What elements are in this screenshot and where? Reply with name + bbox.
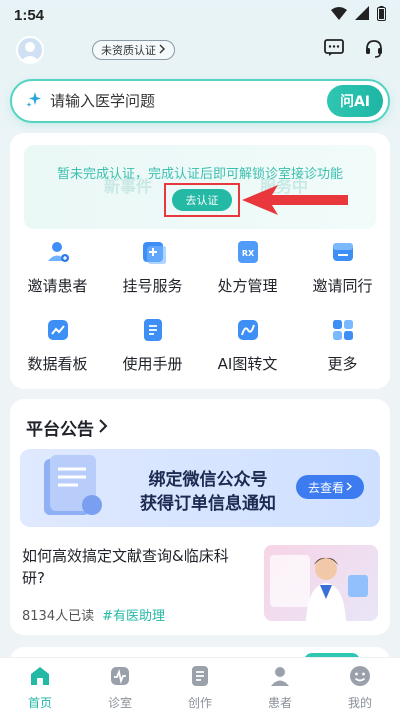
chevron-right-icon [158, 44, 166, 57]
announcement-card: 平台公告 绑定微信公众号 获得订单信息通知 去查看 如何高效搞定文献查询&临床科… [10, 399, 390, 635]
tab-home[interactable]: 首页 [0, 658, 80, 711]
highlight-box [164, 183, 240, 217]
quick-action-label: 邀请同行 [312, 277, 373, 295]
banner-title: 绑定微信公众号 [148, 470, 268, 490]
quick-action-registration[interactable]: 挂号服务 [105, 237, 200, 301]
status-time: 1:54 [14, 6, 45, 24]
announcement-header[interactable]: 平台公告 [26, 415, 108, 440]
article-thumbnail [264, 545, 378, 621]
chevron-right-icon [98, 418, 108, 438]
svg-text:RX: RX [241, 249, 254, 258]
quick-action-more[interactable]: 更多 [295, 315, 390, 379]
article-tag[interactable]: #有医助理 [102, 605, 165, 624]
certification-badge[interactable]: 未资质认证 [92, 40, 175, 60]
notice-message: 暂未完成认证，完成认证后即可解锁诊室接诊功能 [56, 167, 343, 182]
manual-icon [140, 317, 166, 343]
main-card: 新事件 服务中 暂未完成认证，完成认证后即可解锁诊室接诊功能 去认证 邀请患者 … [10, 133, 390, 389]
announcement-title: 平台公告 [26, 420, 94, 440]
article-title: 如何高效搞定文献查询&临床科研? [22, 547, 229, 587]
dashboard-icon [45, 317, 71, 343]
top-header: 未资质认证 [16, 36, 384, 64]
cellular-icon [355, 6, 369, 24]
quick-action-label: 使用手册 [122, 355, 183, 373]
quick-action-manual[interactable]: 使用手册 [105, 315, 200, 379]
patient-icon [268, 664, 292, 692]
status-icons [331, 5, 386, 25]
quick-action-label: 更多 [327, 355, 358, 373]
home-icon [28, 664, 52, 692]
battery-icon [377, 5, 386, 25]
ai-image-to-text-icon [235, 317, 261, 343]
create-icon [188, 664, 212, 692]
more-grid-icon [330, 317, 356, 343]
quick-action-ai-image-to-text[interactable]: AI图转文 [200, 315, 295, 379]
avatar[interactable] [16, 36, 44, 64]
certification-notice: 新事件 服务中 暂未完成认证，完成认证后即可解锁诊室接诊功能 去认证 [24, 145, 376, 229]
header-actions [324, 38, 384, 62]
tab-patients[interactable]: 患者 [240, 658, 320, 711]
invite-peer-icon [330, 239, 356, 265]
customer-service-icon[interactable] [364, 38, 384, 62]
quick-action-label: 邀请患者 [27, 277, 88, 295]
search-bar: 问AI [10, 79, 390, 123]
quick-action-label: AI图转文 [217, 355, 278, 373]
certification-badge-label: 未资质认证 [101, 44, 156, 57]
tab-create[interactable]: 创作 [160, 658, 240, 711]
clinic-icon [108, 664, 132, 692]
profile-icon [348, 664, 372, 692]
quick-action-dashboard[interactable]: 数据看板 [10, 315, 105, 379]
search-input[interactable] [50, 92, 327, 110]
wifi-icon [331, 6, 347, 24]
chevron-right-icon [346, 480, 353, 494]
quick-action-label: 挂号服务 [122, 277, 183, 295]
announcement-banner[interactable]: 绑定微信公众号 获得订单信息通知 去查看 [20, 449, 380, 527]
tab-label: 诊室 [107, 696, 132, 710]
quick-action-prescription[interactable]: RX 处方管理 [200, 237, 295, 301]
article-item[interactable]: 如何高效搞定文献查询&临床科研? 8134人已读 #有医助理 [22, 545, 382, 629]
tab-label: 患者 [267, 696, 292, 710]
article-meta: 8134人已读 #有医助理 [22, 605, 165, 624]
tab-label: 首页 [27, 696, 52, 710]
view-button-label: 去查看 [307, 480, 344, 495]
bottom-tab-bar: 首页 诊室 创作 患者 我的 [0, 657, 400, 711]
doctor-illustration-icon [270, 555, 368, 621]
document-illustration-icon [44, 455, 102, 515]
tab-label: 创作 [187, 696, 212, 710]
registration-icon [140, 239, 166, 265]
tab-clinic[interactable]: 诊室 [80, 658, 160, 711]
invite-patient-icon [45, 239, 71, 265]
sparkle-icon [26, 91, 42, 111]
view-button[interactable]: 去查看 [296, 475, 364, 499]
quick-actions-grid: 邀请患者 挂号服务 RX 处方管理 邀请同行 数据看板 使用手册 AI图转文 更… [10, 237, 390, 379]
quick-action-invite-peer[interactable]: 邀请同行 [295, 237, 390, 301]
ask-ai-button[interactable]: 问AI [327, 85, 383, 117]
banner-subtitle: 获得订单信息通知 [140, 494, 276, 514]
quick-action-invite-patient[interactable]: 邀请患者 [10, 237, 105, 301]
status-bar: 1:54 [0, 0, 400, 30]
tab-profile[interactable]: 我的 [320, 658, 400, 711]
message-icon[interactable] [324, 39, 344, 61]
quick-action-label: 数据看板 [27, 355, 88, 373]
red-arrow-icon [242, 185, 348, 215]
article-reads: 8134人已读 [22, 609, 95, 624]
quick-action-label: 处方管理 [217, 277, 278, 295]
prescription-icon: RX [235, 239, 261, 265]
tab-label: 我的 [347, 696, 372, 710]
